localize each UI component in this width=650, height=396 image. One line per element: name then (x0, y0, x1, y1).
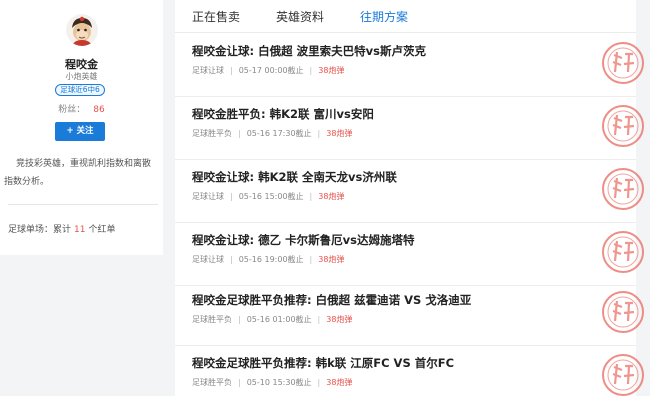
list-item[interactable]: 程咬金让球: 白俄超 波里索夫巴特vs斯卢茨克 足球让球 | 05-17 00:00… (175, 34, 644, 97)
expert-name: 程咬金 (65, 58, 98, 71)
win-stamp-icon (602, 168, 644, 210)
fans-number: 86 (93, 105, 105, 115)
item-meta: 足球胜平负 | 05-16 17:30截止 | 38炮弹 (192, 129, 353, 138)
item-time: 05-16 01:00截止 (246, 315, 312, 324)
item-price: 38炮弹 (326, 315, 353, 324)
plans-panel: 正在售卖 英雄资料 往期方案 程咬金让球: 白俄超 波里索夫巴特vs斯卢茨克 足… (175, 0, 644, 396)
item-price: 38炮弹 (318, 255, 345, 264)
tab-bar: 正在售卖 英雄资料 往期方案 (175, 0, 636, 33)
item-price: 38炮弹 (318, 66, 345, 75)
item-category: 足球让球 (192, 255, 224, 264)
stat-value: 11 (74, 225, 86, 235)
item-price: 38炮弹 (318, 192, 345, 201)
follow-button[interactable]: + 关注 (55, 122, 105, 141)
item-title[interactable]: 程咬金胜平负: 韩K2联 富川vs安阳 (192, 106, 374, 122)
stat-suffix: 个红单 (88, 225, 116, 235)
item-title[interactable]: 程咬金让球: 白俄超 波里索夫巴特vs斯卢茨克 (192, 43, 426, 59)
item-title[interactable]: 程咬金让球: 德乙 卡尔斯鲁厄vs达姆施塔特 (192, 232, 414, 248)
item-category: 足球胜平负 (192, 315, 232, 324)
win-stamp-icon (602, 42, 644, 84)
list-item[interactable]: 程咬金足球胜平负推荐: 韩k联 江原FC VS 首尔FC 足球胜平负 | 05-10… (175, 346, 644, 396)
item-category: 足球让球 (192, 192, 224, 201)
win-stamp-icon (602, 354, 644, 396)
item-meta: 足球让球 | 05-16 19:00截止 | 38炮弹 (192, 255, 345, 264)
item-category: 足球让球 (192, 66, 224, 75)
item-meta: 足球让球 | 05-17 00:00截止 | 38炮弹 (192, 66, 345, 75)
item-meta: 足球让球 | 05-16 15:00截止 | 38炮弹 (192, 192, 345, 201)
item-price: 38炮弹 (326, 378, 353, 387)
item-time: 05-10 15:30截止 (246, 378, 312, 387)
item-meta: 足球胜平负 | 05-16 01:00截止 | 38炮弹 (192, 315, 353, 324)
item-price: 38炮弹 (326, 129, 353, 138)
item-time: 05-16 15:00截止 (238, 192, 304, 201)
divider (8, 204, 158, 205)
item-category: 足球胜平负 (192, 129, 232, 138)
list-item[interactable]: 程咬金足球胜平负推荐: 白俄超 兹霍迪诺 VS 戈洛迪亚 足球胜平负 | 05-16… (175, 283, 644, 346)
expert-profile-card: 程咬金 小炮英雄 足球近6中6 粉丝： 86 + 关注 竞技彩英雄，重视凯利指数和… (0, 0, 163, 255)
item-time: 05-16 19:00截止 (238, 255, 304, 264)
item-category: 足球胜平负 (192, 378, 232, 387)
item-meta: 足球胜平负 | 05-10 15:30截止 | 38炮弹 (192, 378, 353, 387)
win-stamp-icon (602, 105, 644, 147)
tab-past-plans[interactable]: 往期方案 (360, 8, 408, 25)
list-item[interactable]: 程咬金让球: 韩K2联 全南天龙vs济州联 足球让球 | 05-16 15:00截止… (175, 160, 644, 223)
item-time: 05-17 00:00截止 (238, 66, 304, 75)
win-stamp-icon (602, 231, 644, 273)
fans-label: 粉丝： (58, 105, 86, 115)
item-title[interactable]: 程咬金足球胜平负推荐: 韩k联 江原FC VS 首尔FC (192, 355, 454, 371)
tab-hero-profile[interactable]: 英雄资料 (276, 8, 324, 25)
item-time: 05-16 17:30截止 (246, 129, 312, 138)
item-title[interactable]: 程咬金让球: 韩K2联 全南天龙vs济州联 (192, 169, 397, 185)
item-title[interactable]: 程咬金足球胜平负推荐: 白俄超 兹霍迪诺 VS 戈洛迪亚 (192, 292, 471, 308)
list-item[interactable]: 程咬金让球: 德乙 卡尔斯鲁厄vs达姆施塔特 足球让球 | 05-16 19:00截… (175, 223, 644, 286)
fans-count: 粉丝： 86 (0, 102, 163, 115)
single-match-stat: 足球单场：累计 11 个红单 (8, 222, 115, 235)
win-stamp-icon (602, 291, 644, 333)
record-badge: 足球近6中6 (55, 84, 105, 96)
list-item[interactable]: 程咬金胜平负: 韩K2联 富川vs安阳 足球胜平负 | 05-16 17:30截止 |… (175, 97, 644, 160)
tab-on-sale[interactable]: 正在售卖 (192, 8, 240, 25)
avatar[interactable] (66, 14, 98, 46)
stat-prefix: 足球单场：累计 (8, 225, 72, 235)
expert-title: 小炮英雄 (65, 72, 98, 81)
expert-description: 竞技彩英雄，重视凯利指数和离散指数分析。 (4, 159, 152, 187)
